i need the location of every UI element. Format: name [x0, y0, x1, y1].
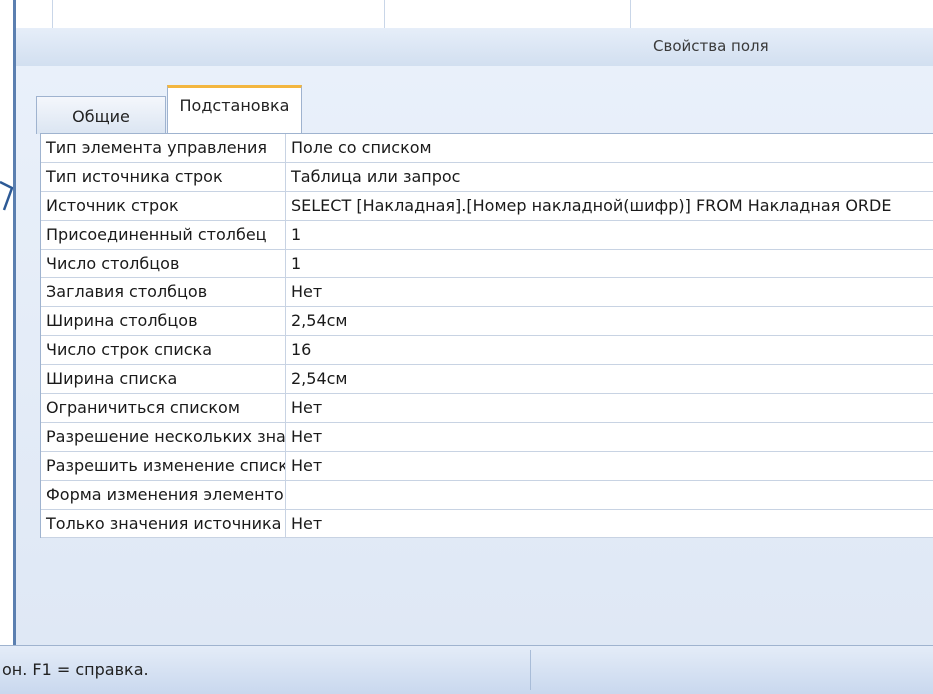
slide-edge — [0, 0, 14, 693]
property-value-field[interactable]: 2,54см — [286, 365, 933, 393]
property-table: Тип элемента управления Поле со списком Ти… — [40, 133, 933, 539]
property-value-field[interactable]: Поле со списком — [286, 134, 933, 162]
property-row[interactable]: Число столбцов 1 — [41, 249, 933, 279]
property-value-field[interactable]: Таблица или запрос — [286, 163, 933, 191]
field-properties-header: Свойства поля — [16, 28, 933, 67]
property-row[interactable]: Только значения источника строкНет — [41, 509, 933, 539]
property-row[interactable]: Присоединенный столбец 1 — [41, 220, 933, 250]
property-row[interactable]: Разрешить изменение списка значенийНет — [41, 451, 933, 481]
status-separator — [530, 650, 531, 690]
property-value-field[interactable]: 1 — [286, 221, 933, 249]
arrow-fragment-icon — [0, 180, 14, 211]
tab-general[interactable]: Общие — [36, 96, 166, 134]
property-row[interactable]: Ширина столбцов 2,54см — [41, 307, 933, 337]
property-value-field[interactable]: 1 — [286, 250, 933, 278]
status-text: он. F1 = справка. — [2, 660, 149, 679]
property-value-field[interactable]: Нет — [286, 510, 933, 538]
property-row[interactable]: Форма изменения элементов списка — [41, 480, 933, 510]
property-row[interactable]: Разрешение нескольких значенийНет — [41, 422, 933, 452]
design-grid-remnant — [16, 0, 933, 29]
property-value-field[interactable]: Нет — [286, 394, 933, 422]
property-row[interactable]: Ограничиться списком Нет — [41, 394, 933, 423]
property-name: Заглавия столбцов — [41, 278, 286, 307]
property-value-field[interactable]: Нет — [286, 278, 933, 306]
property-row[interactable]: Источник строк SELECT [Накладная].[Номер … — [41, 191, 933, 221]
property-name: Тип источника строк — [41, 162, 286, 191]
field-properties-title: Свойства поля — [653, 37, 769, 55]
property-name: Источник строк — [41, 191, 286, 220]
property-name: Число столбцов — [41, 249, 286, 278]
property-name: Форма изменения элементов списка — [41, 480, 286, 509]
property-name: Ограничиться списком — [41, 394, 286, 422]
property-name: Ширина списка — [41, 365, 286, 394]
property-name: Разрешить изменение списка значений — [41, 451, 286, 480]
property-name: Число строк списка — [41, 336, 286, 365]
property-value-field[interactable] — [286, 481, 933, 509]
property-value-field[interactable]: SELECT [Накладная].[Номер накладной(шифр… — [286, 192, 933, 220]
property-value-field[interactable]: Нет — [286, 423, 933, 451]
property-name: Разрешение нескольких значений — [41, 422, 286, 451]
panel-bottom-margin — [16, 626, 933, 645]
property-name: Только значения источника строк — [41, 509, 286, 538]
status-bar: он. F1 = справка. — [0, 645, 933, 694]
property-name: Присоединенный столбец — [41, 220, 286, 249]
property-value-field[interactable]: 2,54см — [286, 307, 933, 335]
property-row[interactable]: Тип источника строк Таблица или запрос — [41, 162, 933, 192]
tab-lookup[interactable]: Подстановка — [167, 85, 302, 133]
property-row[interactable]: Число строк списка 16 — [41, 336, 933, 366]
property-row[interactable]: Заглавия столбцов Нет — [41, 278, 933, 308]
property-name: Ширина столбцов — [41, 307, 286, 336]
property-name: Тип элемента управления — [41, 134, 286, 162]
property-row[interactable]: Ширина списка 2,54см — [41, 365, 933, 395]
property-value-field[interactable]: 16 — [286, 336, 933, 364]
property-value-field[interactable]: Нет — [286, 452, 933, 480]
property-row[interactable]: Тип элемента управления Поле со списком — [41, 134, 933, 163]
